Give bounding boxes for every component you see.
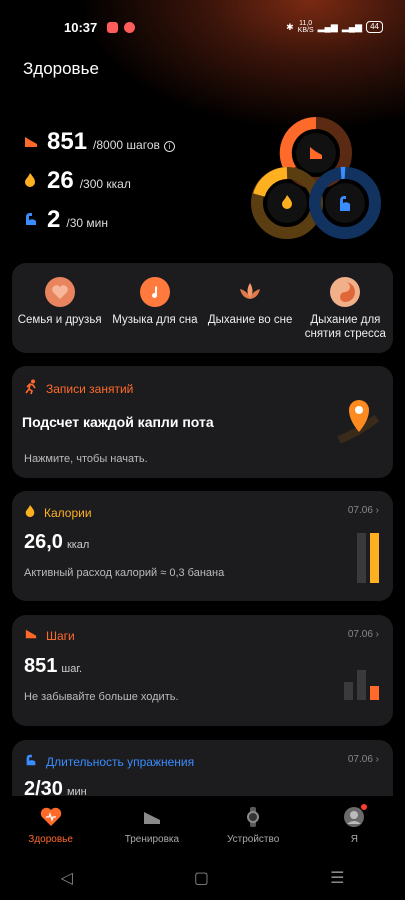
calories-card-subtitle: Активный расход калорий ≈ 0,3 банана (24, 567, 225, 579)
quick-sleep-breathing[interactable]: Дыхание во сне (203, 277, 298, 341)
yin-yang-icon (330, 277, 361, 307)
calories-card-value: 26,0 ккал (24, 531, 90, 553)
calories-card[interactable]: Калории 07.06 › 26,0 ккал Активный расход… (12, 491, 393, 601)
tab-label: Устройство (226, 834, 280, 845)
tab-profile[interactable]: Я (304, 804, 404, 845)
info-icon[interactable]: i (163, 141, 175, 152)
activity-title: Подсчет каждой капли пота (22, 414, 214, 430)
calories-value: 26 (47, 167, 74, 194)
page-title: Здоровье (23, 59, 99, 78)
activity-records-card[interactable]: Записи занятий Подсчет каждой капли пота… (12, 366, 393, 478)
activity-rings[interactable] (245, 115, 385, 245)
card-header: Калории (44, 505, 92, 520)
bicep-icon (24, 753, 38, 770)
notification-dot (361, 804, 368, 810)
battery-icon: 44 (366, 21, 383, 33)
status-time: 10:37 (64, 19, 98, 35)
music-moon-icon (139, 277, 170, 307)
activity-subtitle: Нажмите, чтобы начать. (24, 453, 148, 465)
card-date: 07.06 › (347, 629, 379, 640)
steps-value: 851 (47, 128, 88, 155)
quick-label: Дыхание во сне (207, 314, 293, 326)
calories-mini-chart (357, 533, 379, 583)
steps-goal: /8000 шагов (93, 138, 160, 152)
signal-icon: ▂▄▆ (317, 21, 338, 32)
exercise-value: 2 (47, 206, 61, 233)
quick-label: Семья и друзья (17, 314, 102, 326)
system-nav-bar: ◁ ▢ ☰ (0, 856, 405, 900)
shoe-icon (23, 135, 41, 152)
tab-label: Здоровье (28, 834, 73, 845)
home-icon[interactable]: ▢ (194, 868, 209, 888)
tab-training[interactable]: Тренировка (102, 806, 202, 845)
health-notification-icon (124, 21, 136, 33)
tab-health[interactable]: Здоровье (1, 806, 101, 845)
net-speed-unit: KB/S (297, 27, 314, 34)
signal-icon-2: ▂▄▆ (341, 21, 363, 32)
card-header: Записи занятий (46, 381, 134, 396)
tab-label: Я (350, 834, 358, 845)
flame-icon (24, 504, 36, 521)
bottom-nav: Здоровье Тренировка Устройство Я (0, 796, 405, 856)
exercise-goal: /30 мин (66, 216, 108, 230)
lotus-icon (235, 277, 265, 307)
steps-card-value: 851 шаг. (24, 655, 83, 677)
steps-card-subtitle: Не забывайте больше ходить. (24, 691, 179, 703)
quick-actions-card: Семья и друзья Музыка для сна Дыхание во… (12, 263, 393, 353)
watch-icon (242, 806, 264, 828)
tab-device[interactable]: Устройство (203, 806, 303, 845)
steps-card[interactable]: Шаги 07.06 › 851 шаг. Не забывайте больше… (12, 615, 393, 726)
running-person-icon (24, 379, 38, 398)
bicep-icon (23, 211, 41, 230)
card-date: 07.06 › (347, 754, 379, 765)
heart-hands-icon (44, 277, 75, 307)
profile-icon (343, 804, 368, 828)
card-date: 07.06 › (347, 505, 379, 516)
steps-mini-chart (344, 670, 379, 700)
tab-label: Тренировка (124, 834, 180, 845)
calories-goal: /300 ккал (79, 177, 131, 191)
running-shoe-icon (141, 806, 163, 828)
card-header: Длительность упражнения (46, 754, 195, 769)
steps-summary[interactable]: 851 /8000 шагов i (23, 128, 175, 156)
map-pin-icon (337, 400, 379, 444)
calories-summary[interactable]: 26 /300 ккал (23, 167, 131, 195)
shoe-icon (24, 628, 38, 643)
recents-icon[interactable]: ☰ (330, 868, 344, 888)
status-bar: 10:37 ✱ 11,0 KB/S ▂▄▆ ▂▄▆ 44 (0, 0, 405, 54)
quick-label: Музыка для сна (112, 314, 198, 326)
net-speed-value: 11,0 (299, 20, 313, 27)
quick-label: Дыхание для снятия стресса (304, 314, 386, 340)
bluetooth-icon: ✱ (286, 21, 294, 32)
back-icon[interactable]: ◁ (61, 868, 73, 888)
quick-family-friends[interactable]: Семья и друзья (12, 277, 107, 341)
quick-stress-breathing[interactable]: Дыхание для снятия стресса (298, 277, 393, 341)
quick-sleep-music[interactable]: Музыка для сна (107, 277, 202, 341)
app-notification-icon (107, 21, 119, 33)
card-header: Шаги (46, 628, 75, 643)
exercise-summary[interactable]: 2 /30 мин (23, 206, 108, 234)
heart-icon (40, 806, 62, 828)
flame-icon (23, 172, 41, 191)
